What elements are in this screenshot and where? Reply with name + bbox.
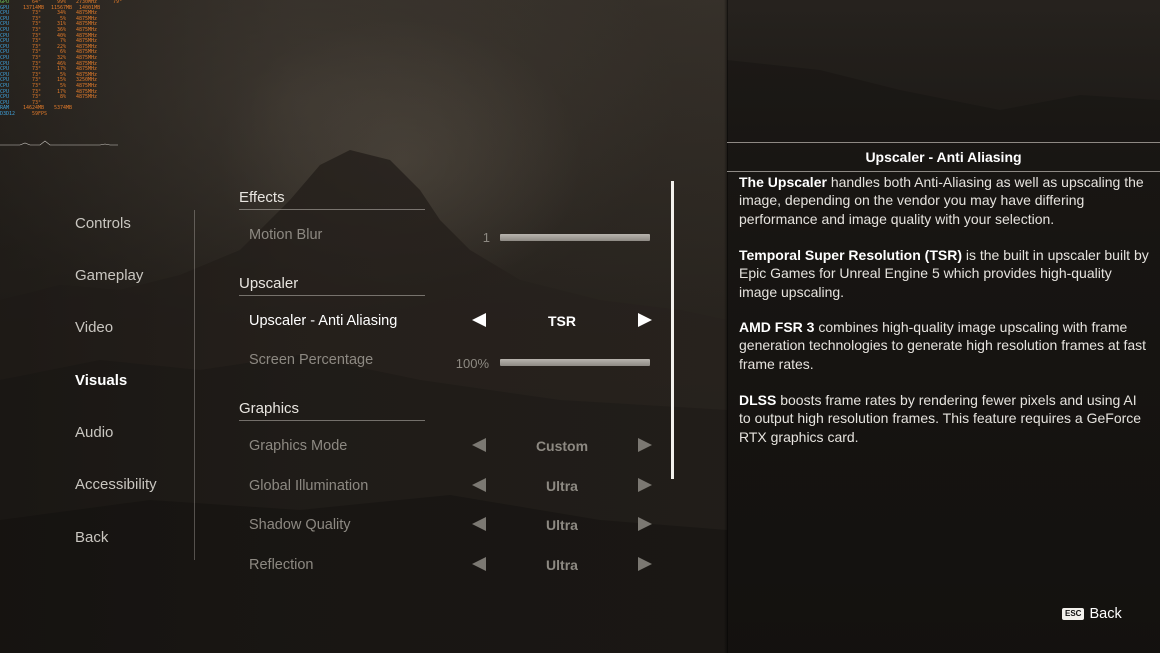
nav-item-back[interactable]: Back: [75, 529, 108, 546]
section-header-graphics: Graphics: [239, 400, 425, 421]
global-illumination-next-arrow-icon[interactable]: [638, 478, 652, 492]
description-bold-fsr: AMD FSR 3: [739, 319, 815, 335]
upscaler-aa-value: TSR: [548, 313, 576, 329]
description-paragraph-fsr: AMD FSR 3 combines high-quality image up…: [739, 318, 1149, 373]
description-bold-tsr: Temporal Super Resolution (TSR): [739, 247, 962, 263]
setting-label-reflection[interactable]: Reflection: [249, 557, 313, 573]
nav-divider: [194, 210, 195, 560]
esc-key-icon: ESC: [1062, 608, 1085, 620]
upscaler-aa-prev-arrow-icon[interactable]: [472, 313, 486, 327]
hud-unit: MB: [66, 105, 73, 112]
description-bold-dlss: DLSS: [739, 392, 777, 408]
hud-unit: °: [119, 0, 123, 5]
reflection-prev-arrow-icon[interactable]: [472, 557, 486, 571]
motion-blur-slider[interactable]: [500, 234, 650, 241]
nav-item-visuals[interactable]: Visuals: [75, 372, 127, 389]
description-paragraph-dlss: DLSS boosts frame rates by rendering few…: [739, 391, 1149, 446]
section-header-effects: Effects: [239, 189, 425, 210]
description-bold-upscaler: The Upscaler: [739, 174, 827, 190]
section-header-upscaler: Upscaler: [239, 275, 425, 296]
graphics-mode-next-arrow-icon[interactable]: [638, 438, 652, 452]
reflection-next-arrow-icon[interactable]: [638, 557, 652, 571]
hud-row: D3D12 59FPS: [0, 110, 120, 118]
reflection-value: Ultra: [546, 557, 578, 573]
screen-percentage-value: 100%: [455, 356, 489, 371]
global-illumination-value: Ultra: [546, 478, 578, 494]
esc-back-label: Back: [1089, 606, 1122, 622]
hud-value: 79: [113, 0, 120, 5]
motion-blur-value: 1: [482, 230, 490, 245]
performance-overlay: GPU 64° 99% 2730MHz 79° GPU 13714MB 11567MB 1400…: [0, 0, 123, 140]
setting-label-motion-blur[interactable]: Motion Blur: [249, 227, 322, 243]
hud-value: 8: [60, 94, 64, 101]
setting-label-global-illumination[interactable]: Global Illumination: [249, 478, 368, 494]
panel-edge-shadow: [724, 0, 728, 653]
description-paragraph-upscaler: The Upscaler handles both Anti-Aliasing …: [739, 173, 1149, 228]
nav-item-controls[interactable]: Controls: [75, 215, 131, 232]
upscaler-aa-next-arrow-icon[interactable]: [638, 313, 652, 327]
setting-label-screen-percentage[interactable]: Screen Percentage: [249, 352, 373, 368]
nav-item-audio[interactable]: Audio: [75, 424, 113, 441]
hud-unit: MHz: [88, 94, 98, 101]
nav-item-video[interactable]: Video: [75, 319, 113, 336]
description-text-dlss: boosts frame rates by rendering fewer pi…: [739, 392, 1142, 445]
hud-value: 4875: [75, 94, 89, 101]
nav-item-gameplay[interactable]: Gameplay: [75, 267, 143, 284]
setting-label-graphics-mode[interactable]: Graphics Mode: [249, 438, 347, 454]
nav-item-accessibility[interactable]: Accessibility: [75, 476, 157, 493]
global-illumination-prev-arrow-icon[interactable]: [472, 478, 486, 492]
description-paragraph-tsr: Temporal Super Resolution (TSR) is the b…: [739, 246, 1149, 301]
setting-label-upscaler-aa[interactable]: Upscaler - Anti Aliasing: [249, 313, 397, 329]
shadow-quality-next-arrow-icon[interactable]: [638, 517, 652, 531]
hud-unit: FPS: [38, 110, 48, 117]
frametime-graph: [0, 140, 118, 146]
esc-back-button[interactable]: ESC Back: [1062, 604, 1122, 624]
hud-value: 59: [31, 110, 38, 117]
graphics-mode-prev-arrow-icon[interactable]: [472, 438, 486, 452]
description-title: Upscaler - Anti Aliasing: [727, 142, 1160, 172]
setting-label-shadow-quality[interactable]: Shadow Quality: [249, 517, 351, 533]
shadow-quality-prev-arrow-icon[interactable]: [472, 517, 486, 531]
hud-label: D3D12: [0, 110, 16, 117]
shadow-quality-value: Ultra: [546, 517, 578, 533]
settings-scrollbar[interactable]: [671, 181, 674, 479]
screen-percentage-slider[interactable]: [500, 359, 650, 366]
graphics-mode-value: Custom: [535, 438, 589, 454]
